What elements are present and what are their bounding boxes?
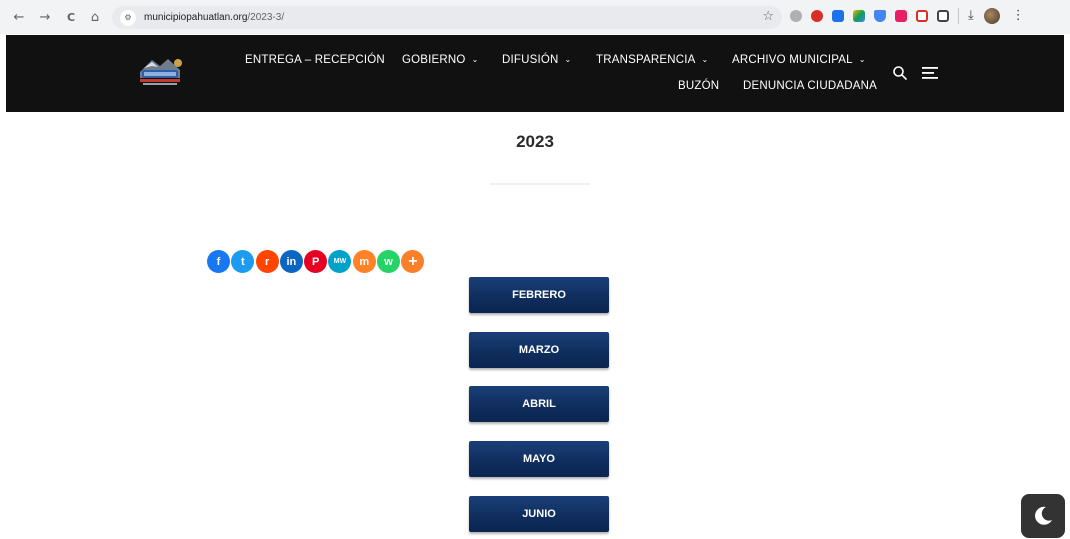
twitter-share-icon[interactable]: t — [231, 250, 255, 273]
chevron-down-icon: ⌄ — [701, 55, 709, 64]
nav-label: GOBIERNO — [402, 54, 466, 66]
extension-icon[interactable] — [874, 10, 886, 22]
share-glyph: P — [312, 255, 320, 268]
hamburger-menu-icon[interactable] — [922, 67, 938, 79]
month-button-mayo[interactable]: MAYO — [469, 441, 609, 477]
month-button-marzo[interactable]: MARZO — [469, 332, 609, 368]
forward-icon[interactable]: → — [36, 8, 54, 26]
chevron-down-icon: ⌄ — [858, 55, 866, 64]
extension-icon[interactable] — [853, 10, 865, 22]
month-button-junio[interactable]: JUNIO — [469, 496, 609, 532]
site-info-icon[interactable]: ⚙ — [120, 9, 136, 26]
nav-entrega-recepcion[interactable]: ENTREGA – RECEPCIÓN — [245, 54, 385, 66]
month-label: MARZO — [518, 344, 560, 356]
month-button-febrero[interactable]: FEBRERO — [469, 277, 609, 313]
nav-label: TRANSPARENCIA — [596, 54, 696, 66]
url-domain: municipiopahuatlan.org — [144, 12, 248, 23]
share-glyph: t — [240, 255, 245, 268]
dark-mode-toggle[interactable] — [1021, 494, 1065, 538]
share-glyph: r — [264, 255, 270, 268]
url-text: municipiopahuatlan.org/2023-3/ — [144, 12, 284, 23]
moon-icon — [1035, 506, 1052, 525]
share-glyph: w — [384, 255, 393, 268]
nav-label: DENUNCIA CIUDADANA — [743, 80, 877, 92]
page-title: 2023 — [516, 132, 554, 151]
chevron-down-icon: ⌄ — [471, 55, 479, 64]
nav-label: ARCHIVO MUNICIPAL — [732, 54, 853, 66]
reload-icon[interactable]: C — [62, 8, 80, 26]
month-label: FEBRERO — [512, 289, 566, 301]
url-path: /2023-3/ — [247, 12, 285, 23]
home-icon[interactable]: ⌂ — [86, 8, 104, 26]
toolbar-divider — [958, 8, 959, 24]
nav-buzon[interactable]: BUZÓN — [678, 80, 719, 92]
nav-label: BUZÓN — [678, 80, 720, 92]
browser-menu-icon[interactable]: ⋮ — [1012, 9, 1025, 22]
download-icon[interactable]: ⤓ — [968, 9, 974, 22]
nav-gobierno[interactable]: GOBIERNO ⌄ — [402, 54, 479, 66]
month-label: ABRIL — [522, 398, 556, 410]
reddit-share-icon[interactable]: r — [255, 250, 279, 273]
share-glyph: m — [359, 255, 370, 268]
linkedin-share-icon[interactable]: in — [279, 250, 303, 273]
back-icon[interactable]: ← — [10, 8, 28, 26]
extension-icon[interactable] — [790, 10, 802, 22]
mewe-share-icon[interactable]: MW — [328, 250, 352, 273]
municipality-logo[interactable] — [134, 54, 186, 88]
bookmark-star-icon[interactable]: ☆ — [762, 9, 774, 24]
facebook-share-icon[interactable]: f — [207, 250, 230, 273]
share-glyph: + — [408, 252, 418, 270]
nav-archivo-municipal[interactable]: ARCHIVO MUNICIPAL ⌄ — [732, 54, 866, 66]
month-button-abril[interactable]: ABRIL — [469, 386, 609, 422]
month-label: MAYO — [523, 453, 555, 465]
pinterest-share-icon[interactable]: P — [304, 250, 328, 273]
profile-avatar[interactable] — [983, 8, 1000, 24]
more-share-icon[interactable]: + — [401, 250, 425, 273]
nav-label: DIFUSIÓN — [502, 54, 559, 66]
site-header: ENTREGA – RECEPCIÓN GOBIERNO ⌄ DIFUSIÓN ⌄ … — [6, 35, 1064, 112]
browser-toolbar: ← → C ⌂ ⚙ municipiopahuatlan.org/2023-3/… — [0, 0, 1070, 34]
mix-share-icon[interactable]: m — [352, 250, 376, 273]
whatsapp-share-icon[interactable]: w — [377, 250, 401, 273]
nav-label: ENTREGA – RECEPCIÓN — [245, 54, 385, 66]
nav-difusion[interactable]: DIFUSIÓN ⌄ — [502, 54, 571, 66]
month-label: JUNIO — [522, 508, 556, 520]
search-icon[interactable] — [892, 65, 908, 81]
social-share-bar: f t r in P MW m w + — [207, 250, 426, 273]
extension-icon[interactable] — [895, 10, 907, 22]
share-glyph: MW — [333, 258, 347, 265]
nav-denuncia-ciudadana[interactable]: DENUNCIA CIUDADANA — [743, 80, 877, 92]
extensions-bar: ⤓ ⋮ — [790, 8, 1025, 24]
extension-icon[interactable] — [832, 10, 844, 22]
nav-transparencia[interactable]: TRANSPARENCIA ⌄ — [596, 54, 708, 66]
share-glyph: f — [216, 255, 221, 268]
extensions-puzzle-icon[interactable] — [937, 10, 949, 22]
share-glyph: in — [286, 255, 297, 268]
title-divider — [490, 183, 590, 185]
chevron-down-icon: ⌄ — [564, 55, 572, 64]
extension-icon[interactable] — [811, 10, 823, 22]
address-bar[interactable]: ⚙ municipiopahuatlan.org/2023-3/ ☆ — [112, 6, 782, 29]
extension-icon[interactable] — [916, 10, 928, 22]
